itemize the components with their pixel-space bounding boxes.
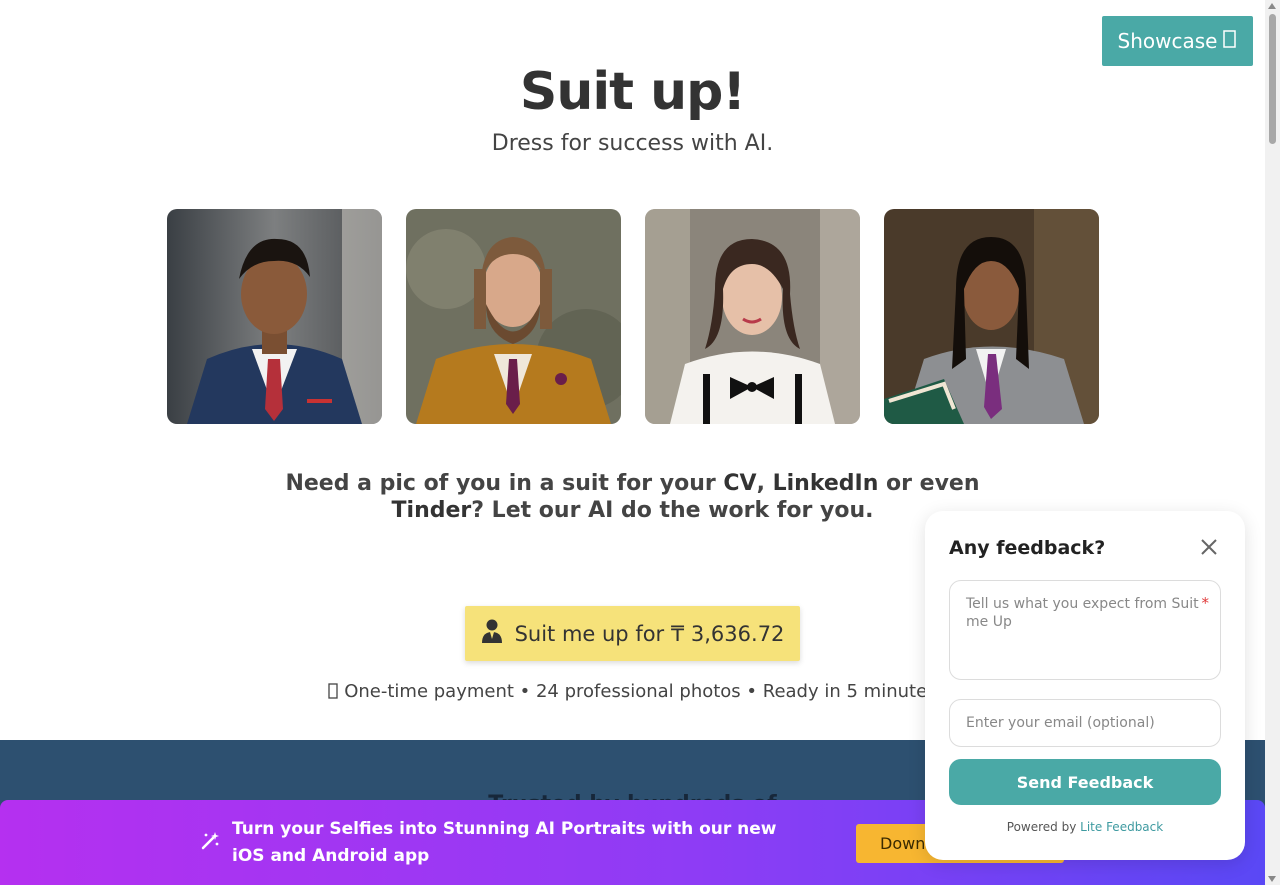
sample-photos <box>167 209 1099 424</box>
close-icon[interactable] <box>1199 537 1219 557</box>
pitch-comma: , <box>756 471 773 496</box>
scrollbar-thumb[interactable] <box>1269 14 1276 144</box>
powered-by: Powered by Lite Feedback <box>925 820 1245 834</box>
app-banner-message: Turn your Selfies into Stunning AI Portr… <box>232 819 777 866</box>
magic-wand-icon <box>200 831 220 855</box>
pitch-or-even: or even <box>878 471 980 496</box>
send-feedback-label: Send Feedback <box>1016 772 1154 792</box>
showcase-button[interactable]: Showcase <box>1102 16 1253 66</box>
pitch-text: Need a pic of you in a suit for your CV,… <box>245 470 1020 524</box>
powered-by-text: Powered by <box>1006 820 1081 834</box>
showcase-label: Showcase <box>1117 29 1218 53</box>
lite-feedback-link[interactable]: Lite Feedback <box>1080 820 1163 834</box>
woman-bowtie-portrait <box>645 209 860 424</box>
suit-me-up-button[interactable]: Suit me up for ₸ 3,636.72 <box>465 606 800 661</box>
check-icon <box>328 681 344 702</box>
pitch-cv: CV <box>723 471 757 496</box>
email-field[interactable]: Enter your email (optional) <box>949 699 1221 747</box>
feedback-widget: Any feedback? Tell us what you expect fr… <box>925 511 1245 860</box>
bearded-man-mustard-suit-portrait <box>406 209 621 424</box>
send-feedback-button[interactable]: Send Feedback <box>949 759 1221 805</box>
pitch-part1: Need a pic of you in a suit for your <box>285 471 724 496</box>
email-placeholder: Enter your email (optional) <box>966 715 1155 731</box>
required-mark: * <box>1201 594 1210 612</box>
pitch-part2: ? Let our AI do the work for you. <box>471 498 874 523</box>
pitch-tinder: Tinder <box>391 498 472 523</box>
scroll-up-arrow-icon[interactable] <box>1268 3 1276 9</box>
pitch-linkedin: LinkedIn <box>772 471 879 496</box>
scroll-down-arrow-icon[interactable] <box>1268 876 1276 882</box>
page-title: Suit up! <box>519 62 746 122</box>
features-text: One-time payment • 24 professional photo… <box>344 681 937 702</box>
feedback-textarea[interactable]: Tell us what you expect from Suit me Up … <box>949 580 1221 680</box>
external-link-icon <box>1223 29 1237 53</box>
woman-grey-blazer-book-portrait <box>884 209 1099 424</box>
page-subtitle: Dress for success with AI. <box>491 131 774 156</box>
suit-me-up-label: Suit me up for ₸ 3,636.72 <box>514 621 785 646</box>
man-blue-suit-portrait <box>167 209 382 424</box>
user-suit-icon <box>481 619 503 648</box>
feedback-title: Any feedback? <box>949 537 1106 559</box>
feedback-textarea-placeholder: Tell us what you expect from Suit me Up <box>966 596 1199 630</box>
scrollbar[interactable] <box>1265 0 1280 885</box>
